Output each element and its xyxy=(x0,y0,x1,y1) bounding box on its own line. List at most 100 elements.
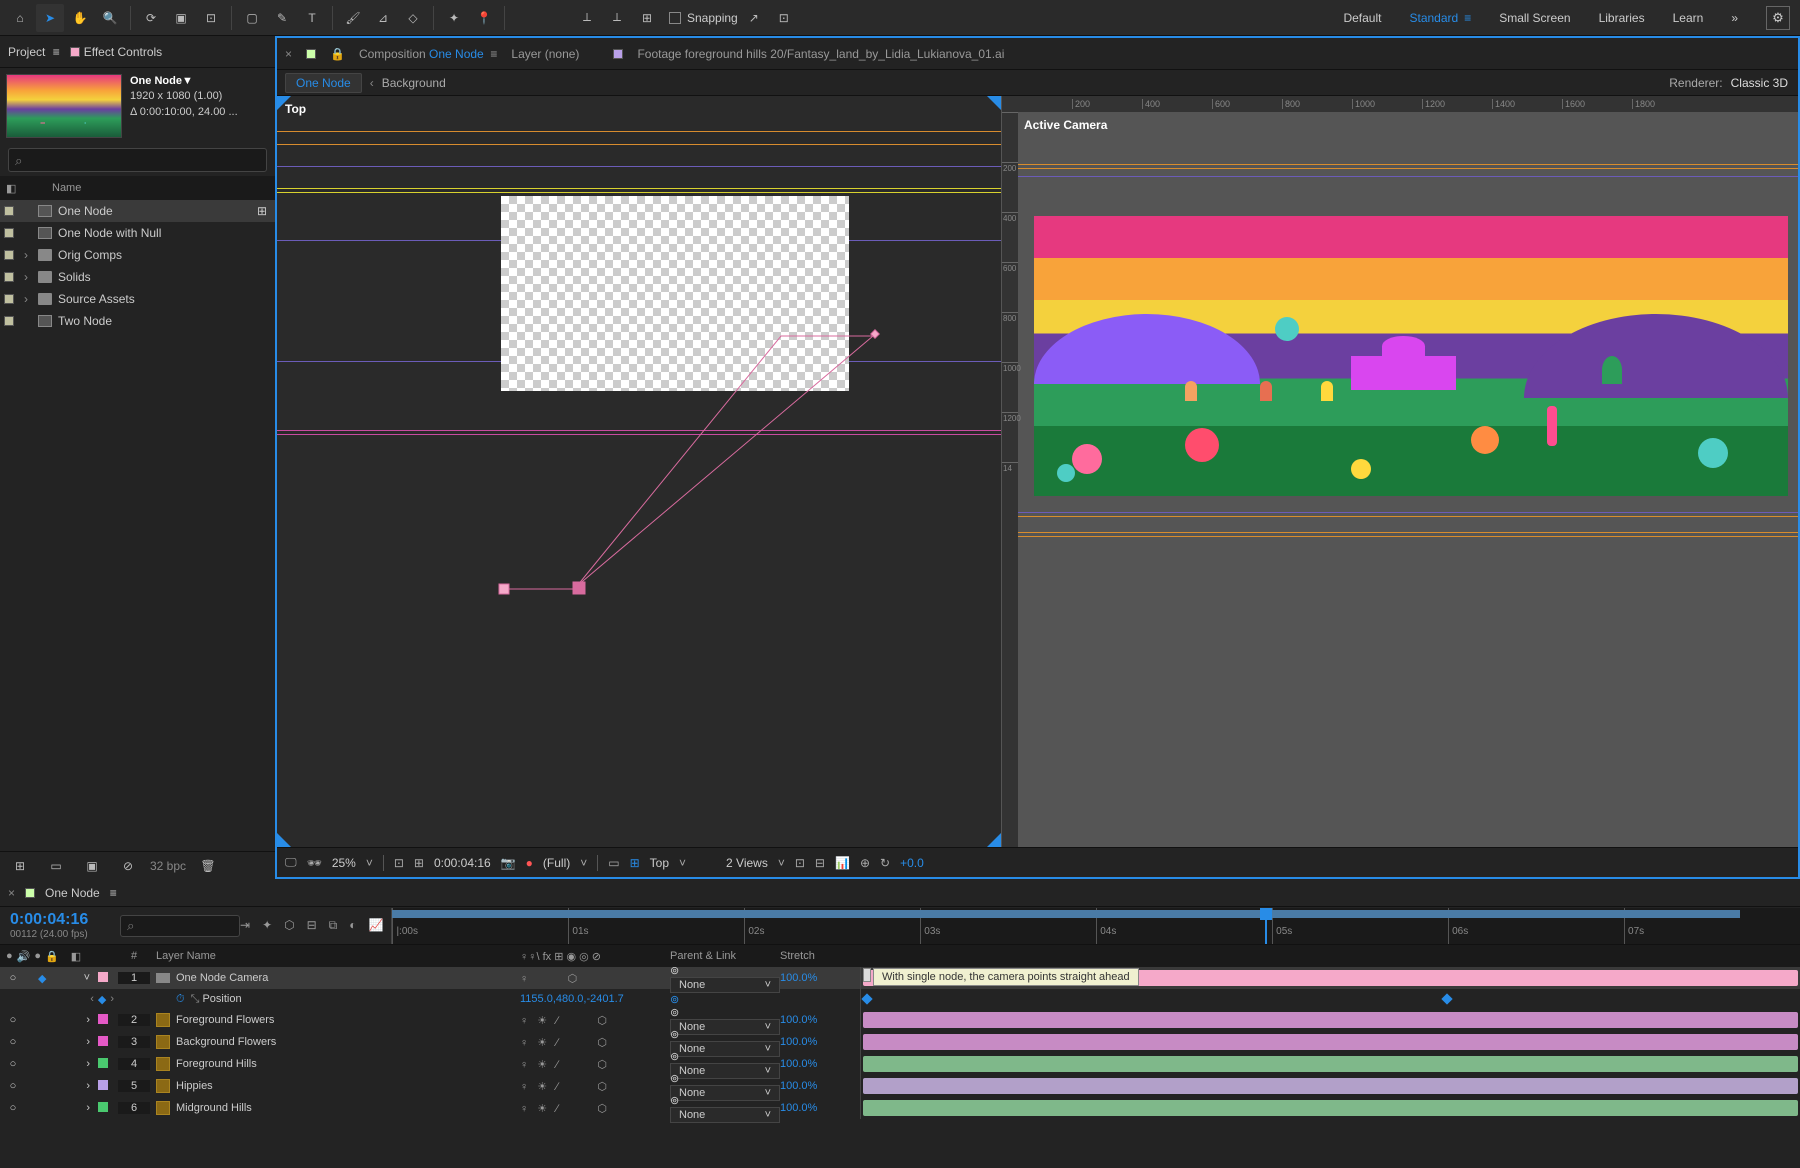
bpc-toggle[interactable]: 32 bpc xyxy=(150,859,186,873)
composition-tab[interactable]: Composition One Node ≡ xyxy=(359,47,497,61)
timeline-layer-row[interactable]: ○ › 2 Foreground Flowers ♀ ☀ ∕ ⬡ ⊚ None … xyxy=(0,1009,1800,1031)
lock-column-icon[interactable]: 🔒 xyxy=(45,950,59,963)
three-d-icon[interactable]: ⬡ xyxy=(284,918,294,933)
stretch-value[interactable]: 100.0% xyxy=(780,972,817,984)
layer-name[interactable]: Hippies xyxy=(176,1080,213,1092)
layer-switches[interactable]: ♀ ☀ ∕ ⬡ xyxy=(520,1080,670,1093)
timeline-layer-row[interactable]: ○ › 4 Foreground Hills ♀ ☀ ∕ ⬡ ⊚ None ˅ … xyxy=(0,1053,1800,1075)
layer-name[interactable]: Background Flowers xyxy=(176,1036,276,1048)
motion-blur-icon[interactable]: ◐ xyxy=(349,918,356,933)
audio-column-icon[interactable]: 🔊 xyxy=(17,950,31,963)
layer-bar[interactable] xyxy=(863,1100,1798,1116)
exposure-value[interactable]: +0.0 xyxy=(900,856,924,870)
comp-mini-flow-icon[interactable]: ⇥ xyxy=(240,918,250,933)
clone-stamp-icon[interactable]: ⊿ xyxy=(369,4,397,32)
resolution-dropdown[interactable]: (Full) xyxy=(543,856,570,870)
pickwhip-icon[interactable]: ⊚ xyxy=(670,1029,679,1041)
visibility-eye-icon[interactable]: ○ xyxy=(6,1080,20,1092)
solo-column-icon[interactable]: ● xyxy=(34,950,41,963)
ws-standard[interactable]: Standard≡ xyxy=(1409,11,1471,25)
draft-3d-icon[interactable]: ⊕ xyxy=(860,856,870,870)
parent-dropdown[interactable]: None ˅ xyxy=(670,1107,780,1123)
stretch-header[interactable]: Stretch xyxy=(780,950,860,962)
comp-name[interactable]: One Node▼ xyxy=(130,74,238,89)
active-camera-view[interactable]: 20040060080010001200140016001800 2004006… xyxy=(1002,96,1798,847)
keyframe-nav-icon[interactable]: ◆ xyxy=(38,972,46,985)
pickwhip-icon[interactable]: ⊚ xyxy=(670,1051,679,1063)
timeline-layer-row[interactable]: ○ ◆ ˅ 1 One Node Camera ♀ ⬡ ⊚ None ˅ 100… xyxy=(0,967,1800,989)
selection-tool-icon[interactable]: ➤ xyxy=(36,4,64,32)
axis-view-icon[interactable]: ⊞ xyxy=(633,4,661,32)
graph-editor-icon[interactable]: 📈 xyxy=(369,918,384,933)
project-item[interactable]: › Source Assets xyxy=(0,288,275,310)
stopwatch-icon[interactable]: ⏱ xyxy=(176,993,185,1005)
visibility-eye-icon[interactable]: ○ xyxy=(6,1058,20,1070)
label-column-icon[interactable]: ◧ xyxy=(6,182,20,195)
disclosure-chevron-icon[interactable]: › xyxy=(86,1102,90,1114)
snapshot-icon[interactable]: 📷 xyxy=(501,856,516,870)
flowchart-icon[interactable]: ⊞ xyxy=(257,204,267,218)
stretch-value[interactable]: 100.0% xyxy=(780,1058,817,1070)
orbit-tool-icon[interactable]: ⟳ xyxy=(137,4,165,32)
camera-tool-icon[interactable]: ▣ xyxy=(167,4,195,32)
monitor-icon[interactable]: 🖵 xyxy=(285,855,297,870)
pan-behind-icon[interactable]: ⊡ xyxy=(197,4,225,32)
graph-toggle-icon[interactable]: ⤡ xyxy=(191,993,200,1005)
new-comp-icon[interactable]: ▣ xyxy=(78,852,106,880)
draft-3d-icon[interactable]: ✦ xyxy=(262,918,272,933)
project-search-input[interactable] xyxy=(8,148,267,172)
layer-switches[interactable]: ♀ ⬡ xyxy=(520,972,670,985)
time-ruler[interactable]: |:00s01s02s03s04s05s06s07s xyxy=(391,908,1800,944)
snap-tool-icon[interactable]: ↗ xyxy=(740,4,768,32)
keyframe-icon[interactable] xyxy=(861,993,872,1004)
pickwhip-icon[interactable]: ⊚ xyxy=(670,1073,679,1085)
position-value[interactable]: 1155.0,480.0,-2401.7 xyxy=(520,993,670,1005)
disclosure-chevron-icon[interactable]: › xyxy=(86,1058,90,1070)
overflow-icon[interactable]: » xyxy=(1731,11,1738,25)
subtab-background[interactable]: Background xyxy=(382,76,446,90)
timecode[interactable]: 0:00:04:16 xyxy=(0,911,120,929)
settings-gear-icon[interactable]: ⚙ xyxy=(1766,6,1790,30)
interpret-footage-icon[interactable]: ⊞ xyxy=(6,852,34,880)
brush-tool-icon[interactable]: 🖌 xyxy=(339,4,367,32)
layer-name[interactable]: Foreground Flowers xyxy=(176,1014,274,1026)
project-tab[interactable]: Project ≡ xyxy=(8,45,60,59)
layer-bar[interactable] xyxy=(863,1056,1798,1072)
pixel-aspect-icon[interactable]: ⊟ xyxy=(815,856,825,870)
layer-switches[interactable]: ♀ ☀ ∕ ⬡ xyxy=(520,1036,670,1049)
layer-label-color[interactable] xyxy=(98,1014,108,1024)
trash-icon[interactable]: 🗑 xyxy=(194,852,222,880)
lock-icon[interactable]: 🔒 xyxy=(330,47,345,61)
layer-label-color[interactable] xyxy=(98,1036,108,1046)
timeline-layer-row[interactable]: ○ › 5 Hippies ♀ ☀ ∕ ⬡ ⊚ None ˅ 100.0% xyxy=(0,1075,1800,1097)
layer-bar[interactable] xyxy=(863,1078,1798,1094)
switches-header[interactable]: ♀♀\ fx ⊞ ◉ ◎ ⊘ xyxy=(520,950,670,963)
layer-name[interactable]: One Node Camera xyxy=(176,972,268,984)
view-dropdown[interactable]: Top xyxy=(650,856,669,870)
timeline-layer-row[interactable]: ○ › 3 Background Flowers ♀ ☀ ∕ ⬡ ⊚ None … xyxy=(0,1031,1800,1053)
keyframe-icon[interactable] xyxy=(1442,993,1453,1004)
type-tool-icon[interactable]: T xyxy=(298,4,326,32)
view-options-icon[interactable]: ⊡ xyxy=(795,856,805,870)
pickwhip-icon[interactable]: ⊚ xyxy=(670,1007,679,1019)
stretch-value[interactable]: 100.0% xyxy=(780,1014,817,1026)
pen-tool-icon[interactable]: ✎ xyxy=(268,4,296,32)
ws-small-screen[interactable]: Small Screen xyxy=(1499,11,1570,25)
goggles-icon[interactable]: 🕶 xyxy=(307,856,322,870)
subtab-chevron-left-icon[interactable]: ‹ xyxy=(370,76,374,90)
ws-default[interactable]: Default xyxy=(1343,11,1381,25)
effect-controls-tab[interactable]: Effect Controls xyxy=(70,45,162,59)
channels-icon[interactable]: ● xyxy=(526,856,533,870)
timeline-search-input[interactable] xyxy=(120,915,240,937)
layer-label-color[interactable] xyxy=(98,1080,108,1090)
shy-icon[interactable]: ⊟ xyxy=(307,918,317,933)
reset-exposure-icon[interactable]: ↻ xyxy=(880,856,890,870)
project-item[interactable]: › Solids xyxy=(0,266,275,288)
ws-libraries[interactable]: Libraries xyxy=(1599,11,1645,25)
project-item[interactable]: Two Node xyxy=(0,310,275,332)
hand-tool-icon[interactable]: ✋ xyxy=(66,4,94,32)
layer-name[interactable]: Foreground Hills xyxy=(176,1058,257,1070)
label-column-icon[interactable]: ◧ xyxy=(71,950,81,963)
layer-bar[interactable] xyxy=(863,1012,1798,1028)
disclosure-chevron-icon[interactable]: › xyxy=(86,1036,90,1048)
